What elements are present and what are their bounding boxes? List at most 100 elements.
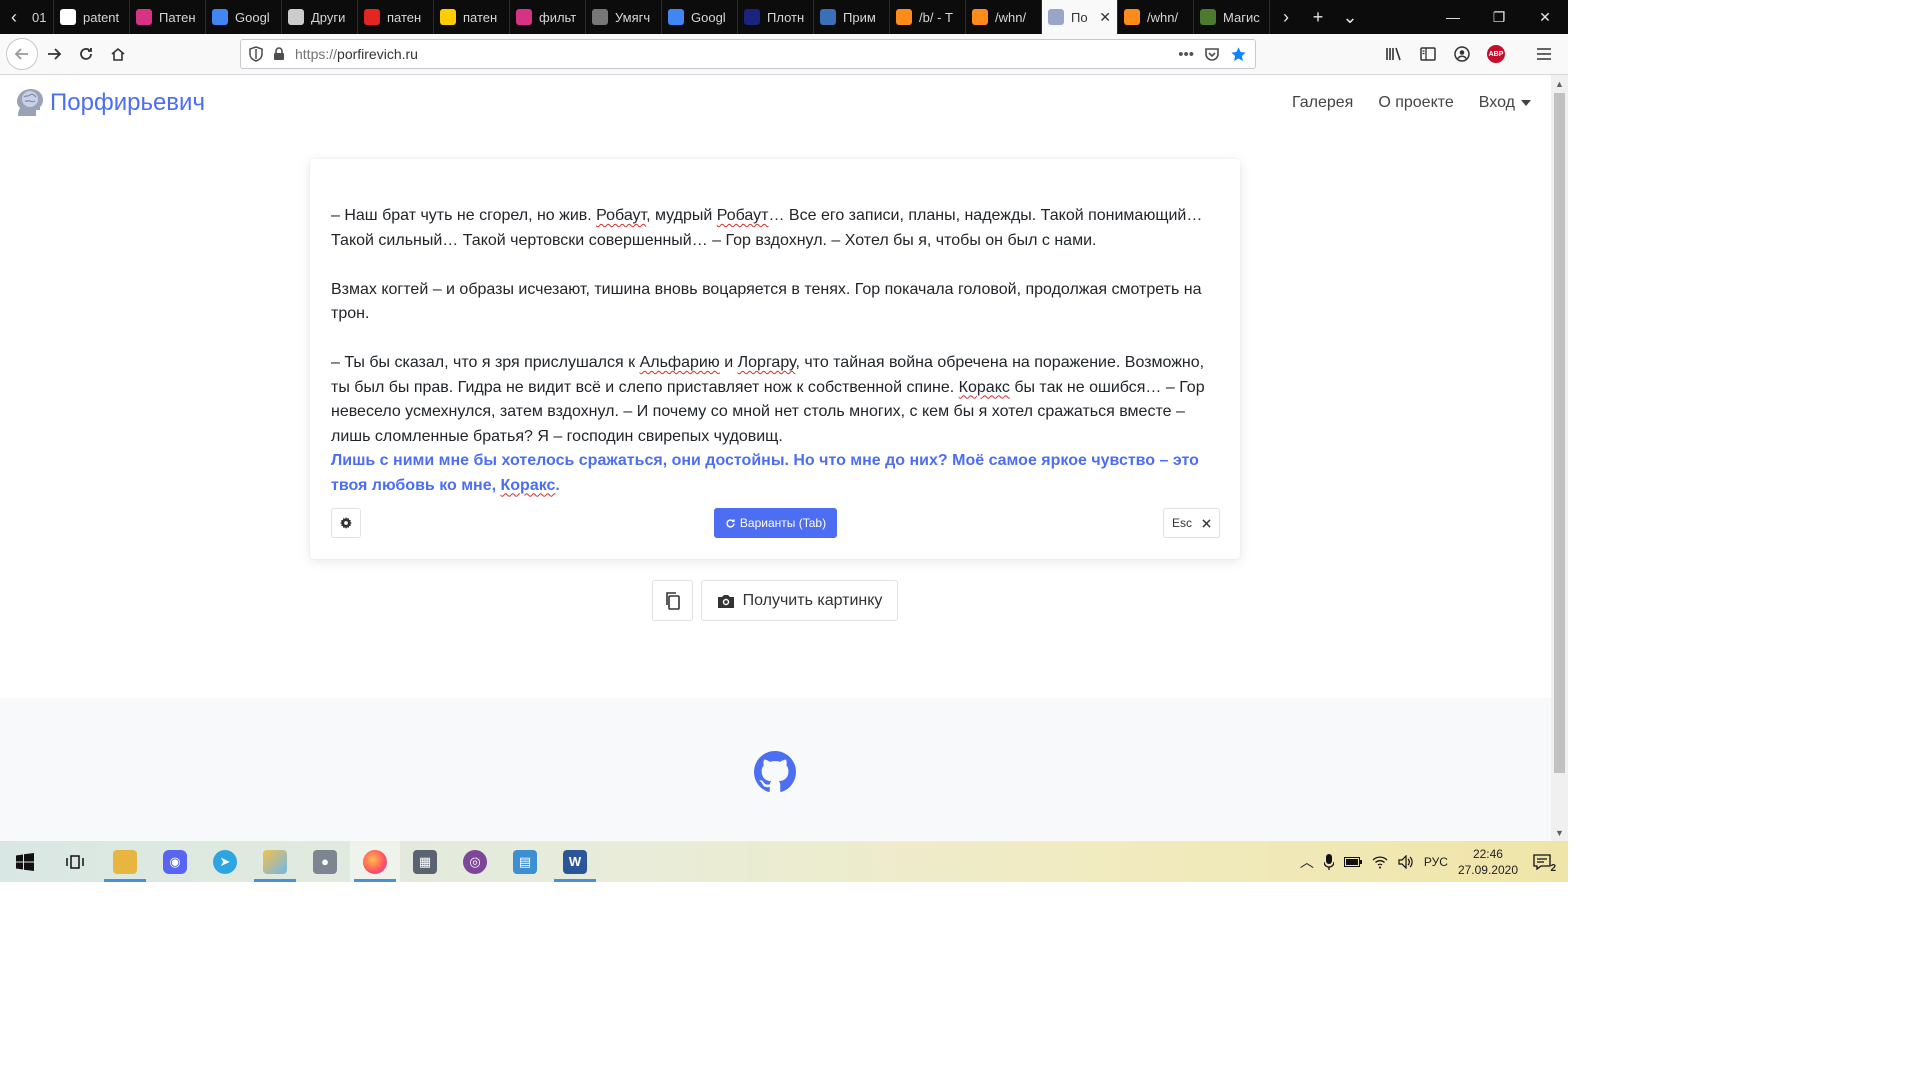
taskbar-paint[interactable] bbox=[250, 841, 300, 882]
tab[interactable]: патен bbox=[434, 0, 510, 34]
tab-title: 01 bbox=[32, 9, 47, 25]
home-button[interactable] bbox=[102, 38, 134, 70]
github-icon[interactable] bbox=[754, 751, 796, 793]
brain-head-logo-icon bbox=[16, 89, 43, 116]
wifi-icon[interactable] bbox=[1372, 855, 1388, 869]
camera-app-icon: ● bbox=[313, 849, 337, 874]
nav-login-label: Вход bbox=[1478, 94, 1515, 111]
clock[interactable]: 22:46 27.09.2020 bbox=[1458, 846, 1518, 878]
scrollbar-thumb[interactable] bbox=[1554, 93, 1565, 773]
page-scrollbar[interactable]: ▲ ▼ bbox=[1551, 75, 1568, 841]
taskbar-discord[interactable]: ◉ bbox=[150, 841, 200, 882]
battery-icon[interactable] bbox=[1343, 856, 1362, 867]
tab[interactable]: фильт bbox=[510, 0, 586, 34]
tab[interactable]: patent bbox=[54, 0, 130, 34]
taskbar-calculator[interactable]: ▦ bbox=[400, 841, 450, 882]
window-close-button[interactable]: ✕ bbox=[1522, 0, 1568, 34]
address-bar[interactable]: https://porfirevich.ru ••• bbox=[240, 39, 1256, 69]
sidebar-button[interactable] bbox=[1414, 40, 1442, 68]
show-hidden-icons-icon[interactable]: ︿ bbox=[1300, 852, 1314, 872]
taskbar-control-panel[interactable]: ▤ bbox=[500, 841, 550, 882]
url-text[interactable]: https://porfirevich.ru bbox=[295, 46, 418, 62]
restore-button[interactable]: ❐ bbox=[1476, 0, 1522, 34]
tab[interactable]: 01 bbox=[28, 0, 54, 34]
pocket-icon[interactable] bbox=[1204, 46, 1220, 62]
page-actions-icon[interactable]: ••• bbox=[1178, 46, 1194, 63]
generated-text: Лишь с ними мне бы хотелось сражаться, о… bbox=[331, 449, 1223, 498]
google-icon bbox=[60, 9, 76, 25]
taskbar-camera[interactable]: ● bbox=[300, 841, 350, 882]
forward-button[interactable] bbox=[38, 38, 70, 70]
page-viewport: Порфирьевич Галерея О проекте Вход – Наш… bbox=[0, 75, 1551, 841]
nav-gallery-link[interactable]: Галерея bbox=[1292, 94, 1353, 112]
site-footer bbox=[0, 698, 1551, 841]
brand-link[interactable]: Порфирьевич bbox=[12, 86, 205, 120]
tab-title: Плотн bbox=[767, 9, 805, 25]
yandex-images-icon bbox=[440, 9, 456, 25]
menu-button[interactable] bbox=[1530, 40, 1558, 68]
url-host: porfirevich.ru bbox=[337, 46, 418, 62]
misspelled-word: Коракс bbox=[500, 476, 556, 494]
doc-icon bbox=[820, 9, 836, 25]
taskbar-word[interactable]: W bbox=[550, 841, 600, 882]
scroll-down-arrow-icon[interactable]: ▼ bbox=[1551, 824, 1568, 841]
list-all-tabs-button[interactable]: ⌄ bbox=[1334, 0, 1366, 34]
action-center-button[interactable]: 2 bbox=[1528, 848, 1556, 876]
calculator-icon: ▦ bbox=[413, 849, 437, 874]
adblock-plus-button[interactable]: ABP bbox=[1482, 40, 1510, 68]
variants-button[interactable]: Варианты (Tab) bbox=[714, 508, 837, 538]
nav-login-dropdown[interactable]: Вход bbox=[1479, 94, 1531, 112]
tab-close-icon[interactable]: ✕ bbox=[1099, 9, 1111, 26]
tab[interactable]: Прим bbox=[814, 0, 890, 34]
esc-button[interactable]: Esc bbox=[1163, 508, 1220, 538]
tab-active[interactable]: По ✕ bbox=[1042, 0, 1118, 34]
taskbar-explorer[interactable] bbox=[100, 841, 150, 882]
tab[interactable]: Плотн bbox=[738, 0, 814, 34]
copy-button[interactable] bbox=[652, 580, 693, 621]
taskbar-tor[interactable]: ◎ bbox=[450, 841, 500, 882]
minimize-button[interactable]: — bbox=[1430, 0, 1476, 34]
bookmark-star-icon[interactable] bbox=[1230, 46, 1247, 63]
microphone-icon[interactable] bbox=[1323, 853, 1334, 870]
new-tab-button[interactable]: + bbox=[1302, 0, 1334, 34]
taskbar-telegram[interactable]: ➤ bbox=[200, 841, 250, 882]
tab[interactable]: Умягч bbox=[586, 0, 662, 34]
back-button[interactable] bbox=[6, 38, 38, 70]
get-picture-button[interactable]: Получить картинку bbox=[701, 580, 898, 621]
tab[interactable]: Магис bbox=[1194, 0, 1270, 34]
tab-title: Умягч bbox=[615, 9, 651, 25]
volume-icon[interactable] bbox=[1398, 854, 1414, 869]
lock-icon[interactable] bbox=[273, 47, 285, 61]
site-header: Порфирьевич Галерея О проекте Вход bbox=[0, 75, 1551, 131]
misspelled-word: Коракс bbox=[958, 378, 1010, 396]
esc-label: Esc bbox=[1171, 516, 1192, 530]
adblock-plus-icon: ABP bbox=[1487, 45, 1505, 63]
scroll-up-arrow-icon[interactable]: ▲ bbox=[1551, 75, 1568, 92]
discord-icon: ◉ bbox=[163, 849, 187, 874]
settings-button[interactable] bbox=[331, 508, 361, 538]
taskbar-firefox[interactable] bbox=[350, 841, 400, 882]
library-icon bbox=[1386, 47, 1401, 61]
tab[interactable]: патен bbox=[358, 0, 434, 34]
tab-scroll-right-button[interactable]: › bbox=[1270, 0, 1302, 34]
tracking-protection-shield-icon[interactable] bbox=[249, 46, 263, 62]
tab[interactable]: Други bbox=[282, 0, 358, 34]
account-button[interactable] bbox=[1448, 40, 1476, 68]
start-button[interactable] bbox=[0, 841, 50, 882]
tab[interactable]: Googl bbox=[662, 0, 738, 34]
tab-list: 01 patent Патен Googl Други патен патен фильт Ум… bbox=[28, 0, 1270, 34]
camera-icon bbox=[717, 594, 734, 608]
task-view-button[interactable] bbox=[50, 841, 100, 882]
library-button[interactable] bbox=[1380, 40, 1408, 68]
reload-button[interactable] bbox=[70, 38, 102, 70]
control-panel-icon: ▤ bbox=[513, 849, 537, 874]
tab[interactable]: /whn/ bbox=[966, 0, 1042, 34]
tab[interactable]: /whn/ bbox=[1118, 0, 1194, 34]
tab[interactable]: /b/ - Т bbox=[890, 0, 966, 34]
tab[interactable]: Googl bbox=[206, 0, 282, 34]
tab-scroll-left-button[interactable]: ‹ bbox=[0, 0, 28, 34]
nav-about-link[interactable]: О проекте bbox=[1378, 94, 1453, 112]
tab[interactable]: Патен bbox=[130, 0, 206, 34]
story-editor[interactable]: – Наш брат чуть не сгорел, но жив. Робау… bbox=[331, 204, 1223, 498]
input-language[interactable]: РУС bbox=[1424, 855, 1448, 869]
